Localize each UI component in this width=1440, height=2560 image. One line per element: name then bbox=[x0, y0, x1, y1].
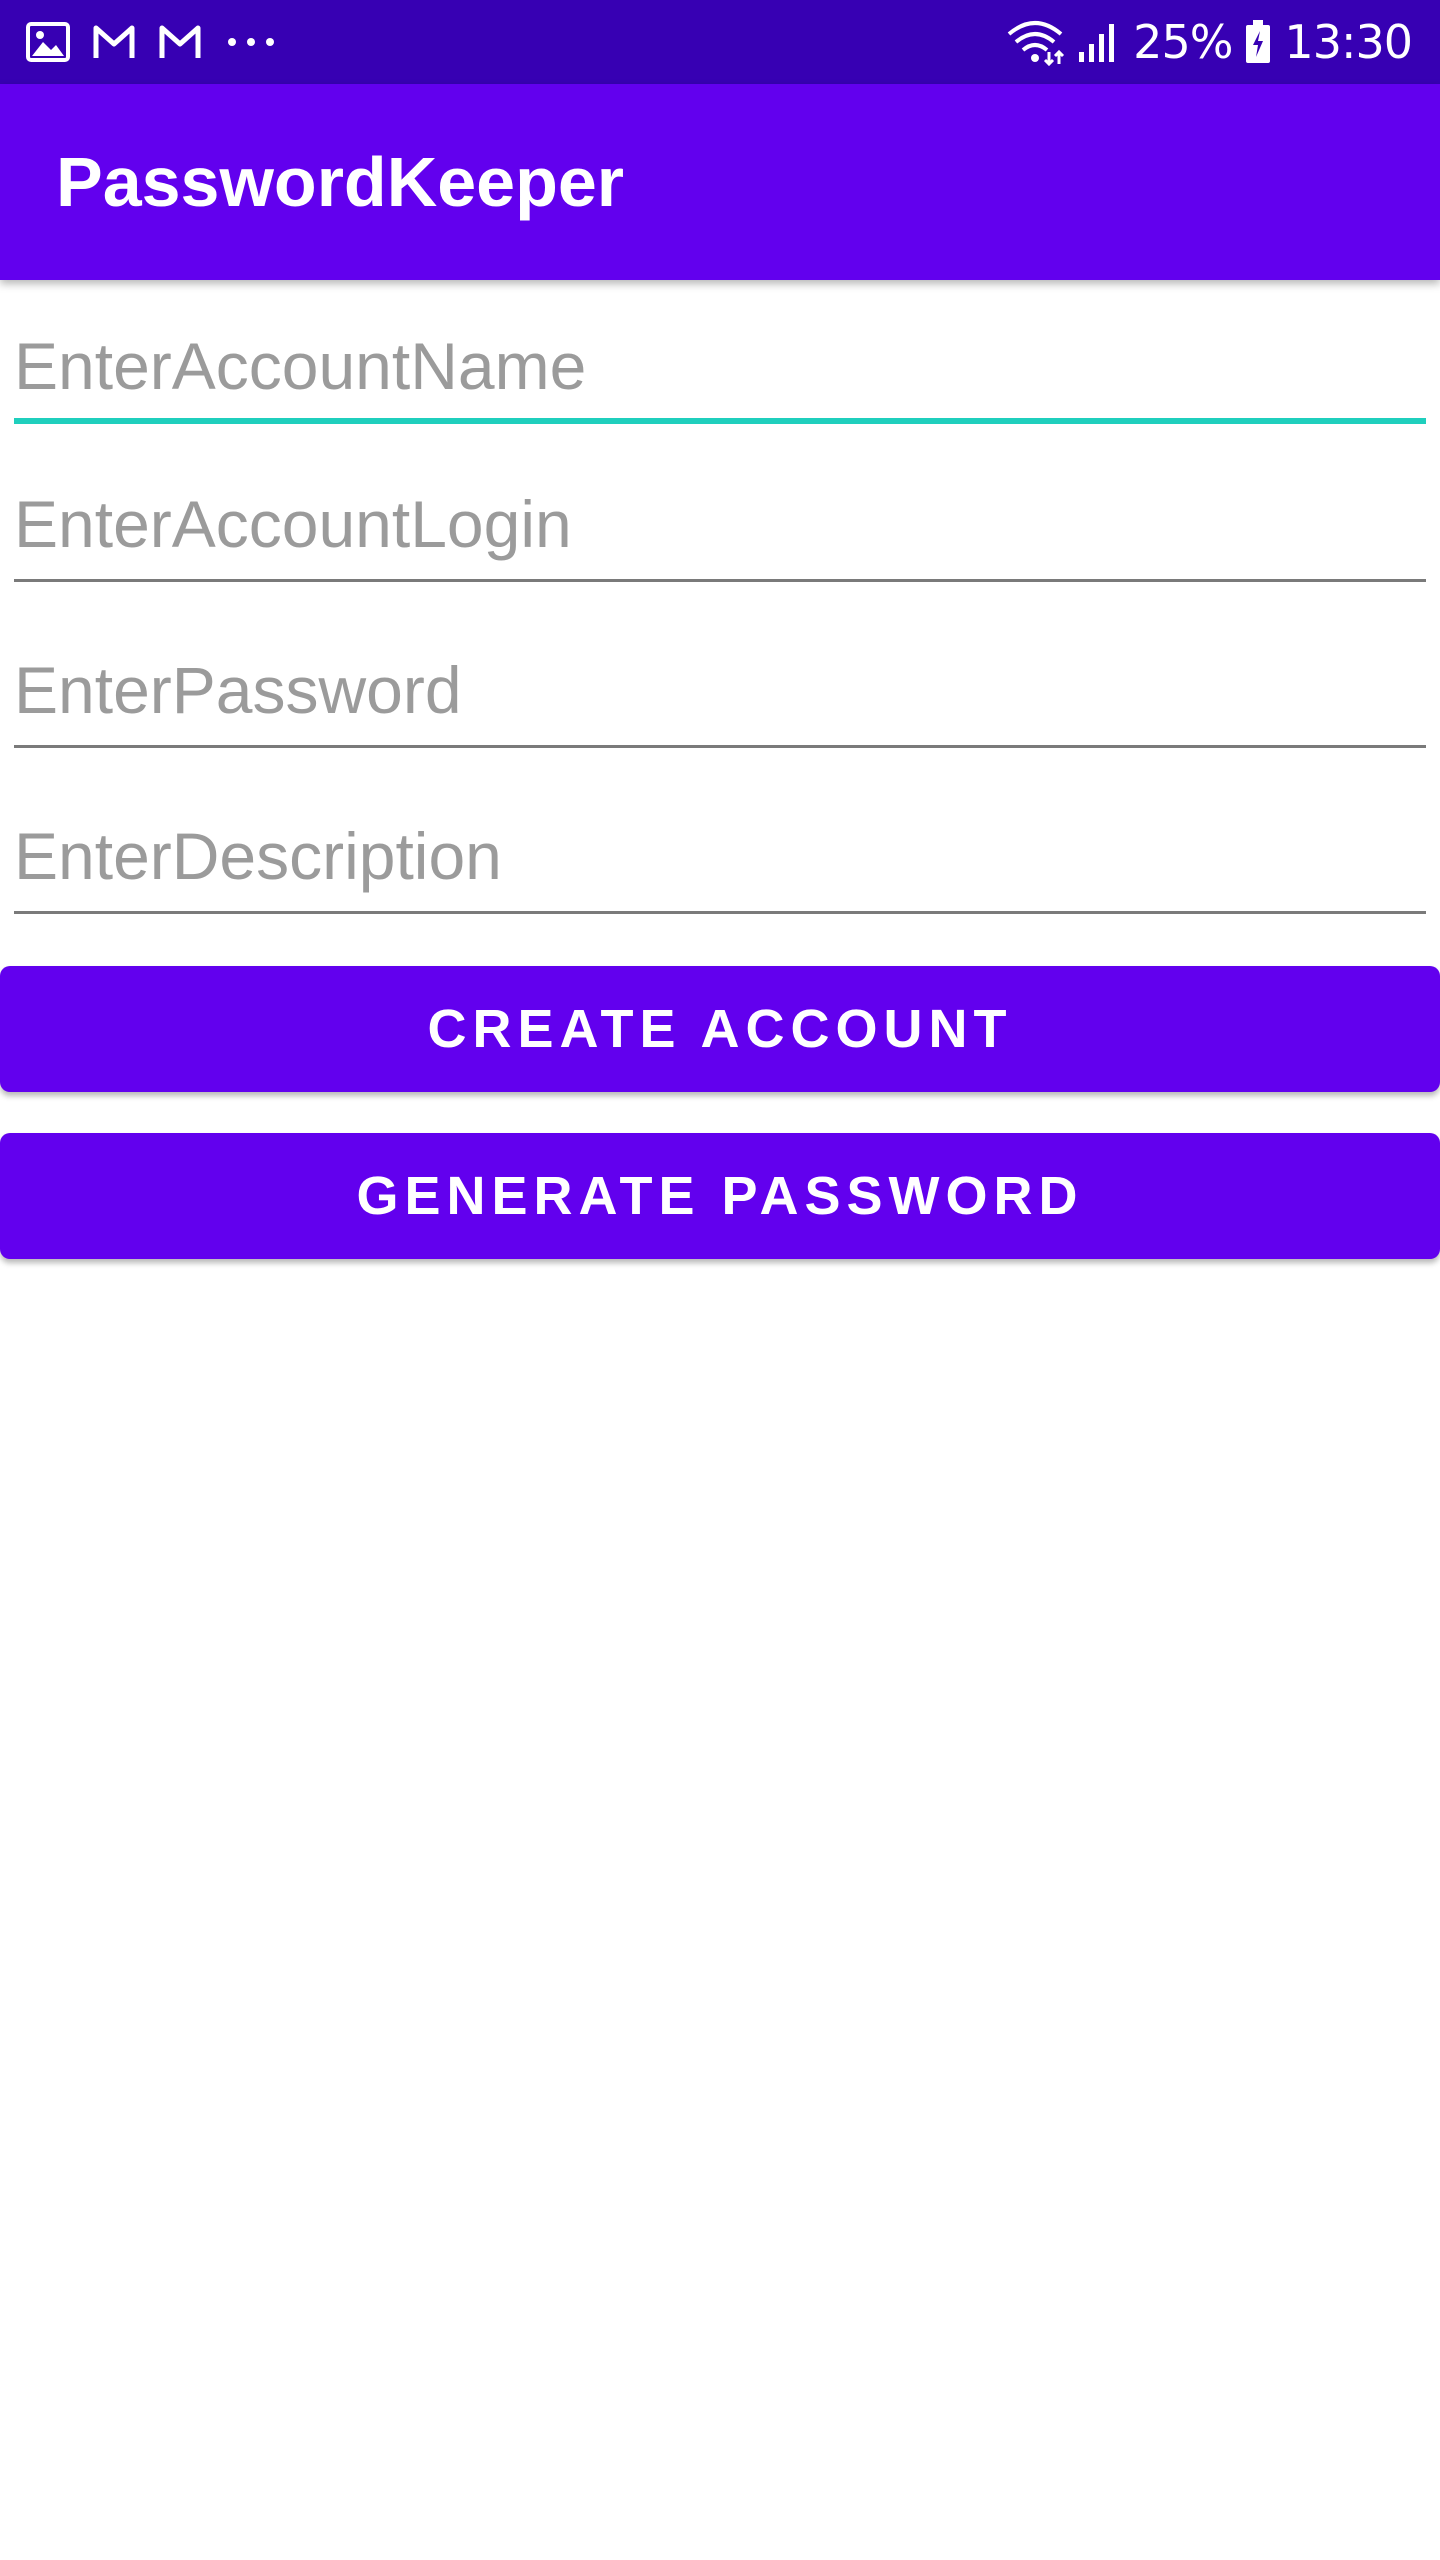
create-account-button[interactable]: CREATE ACCOUNT bbox=[0, 966, 1440, 1092]
app-bar: PasswordKeeper bbox=[0, 84, 1440, 280]
password-input[interactable] bbox=[14, 638, 1426, 742]
description-field[interactable] bbox=[14, 804, 1426, 914]
gmail-icon bbox=[93, 25, 135, 58]
more-icon bbox=[228, 38, 274, 46]
field-underline bbox=[14, 418, 1426, 424]
notification-icons bbox=[26, 20, 278, 64]
account-name-field[interactable] bbox=[14, 314, 1426, 424]
system-status: 25% 13:30 bbox=[1005, 14, 1413, 70]
status-bar: 25% 13:30 bbox=[0, 0, 1440, 84]
battery-percent: 25% bbox=[1133, 15, 1233, 69]
account-login-input[interactable] bbox=[14, 472, 1426, 576]
generate-password-button[interactable]: GENERATE PASSWORD bbox=[0, 1133, 1440, 1259]
field-underline bbox=[14, 579, 1426, 582]
gmail-icon bbox=[159, 25, 201, 58]
wifi-icon bbox=[1007, 21, 1065, 66]
gallery-icon bbox=[26, 22, 70, 62]
battery-icon bbox=[1246, 20, 1271, 63]
app-title: PasswordKeeper bbox=[56, 143, 625, 221]
field-underline bbox=[14, 911, 1426, 914]
account-name-input[interactable] bbox=[14, 314, 1426, 418]
password-field[interactable] bbox=[14, 638, 1426, 748]
clock: 13:30 bbox=[1284, 15, 1413, 69]
field-underline bbox=[14, 745, 1426, 748]
account-login-field[interactable] bbox=[14, 472, 1426, 582]
description-input[interactable] bbox=[14, 804, 1426, 908]
signal-icon bbox=[1079, 24, 1115, 62]
